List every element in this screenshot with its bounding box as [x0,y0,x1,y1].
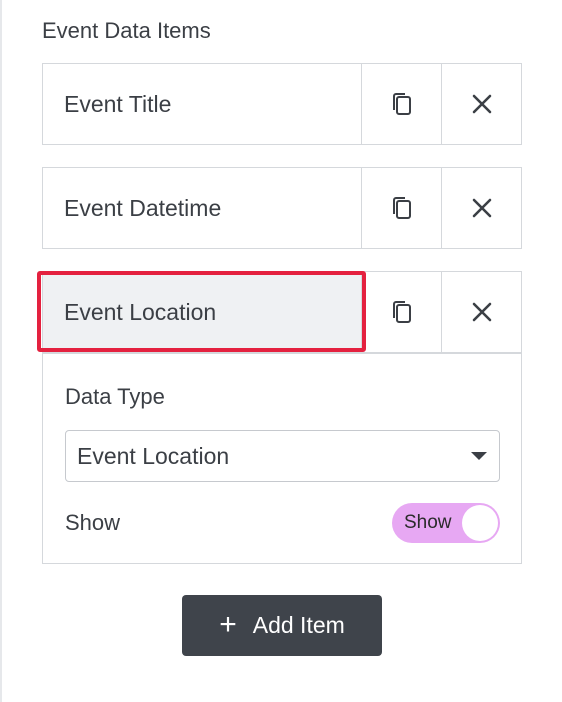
remove-button[interactable] [441,168,521,248]
caret-down-icon [471,452,487,460]
duplicate-button[interactable] [361,272,441,352]
close-icon [472,198,492,218]
data-type-select[interactable]: Event Location [65,430,500,482]
copy-icon [390,91,414,117]
show-toggle[interactable]: Show [392,503,500,543]
data-type-label: Data Type [65,384,165,409]
add-item-label: Add Item [252,612,345,638]
repeater-item-event-datetime: Event Datetime [42,167,522,249]
close-icon [472,94,492,114]
duplicate-button[interactable] [361,168,441,248]
data-type-value: Event Location [77,442,230,469]
toggle-knob [462,505,498,541]
remove-button[interactable] [441,272,521,352]
item-title-event-title[interactable]: Event Title [43,64,361,144]
item-settings-panel: Data Type Event Location Show Show [42,353,522,564]
remove-button[interactable] [441,64,521,144]
show-label: Show [65,510,121,535]
copy-icon [390,299,414,325]
section-label: Event Data Items [42,18,211,43]
close-icon [472,302,492,322]
repeater-item-event-title: Event Title [42,63,522,145]
copy-icon [390,195,414,221]
toggle-text: Show [404,512,452,533]
plus-icon: + [219,607,237,641]
duplicate-button[interactable] [361,64,441,144]
highlight-annotation [37,271,366,352]
add-item-button[interactable]: + Add Item [182,595,382,656]
item-title-event-datetime[interactable]: Event Datetime [43,168,361,248]
panel-left-divider [0,0,2,702]
